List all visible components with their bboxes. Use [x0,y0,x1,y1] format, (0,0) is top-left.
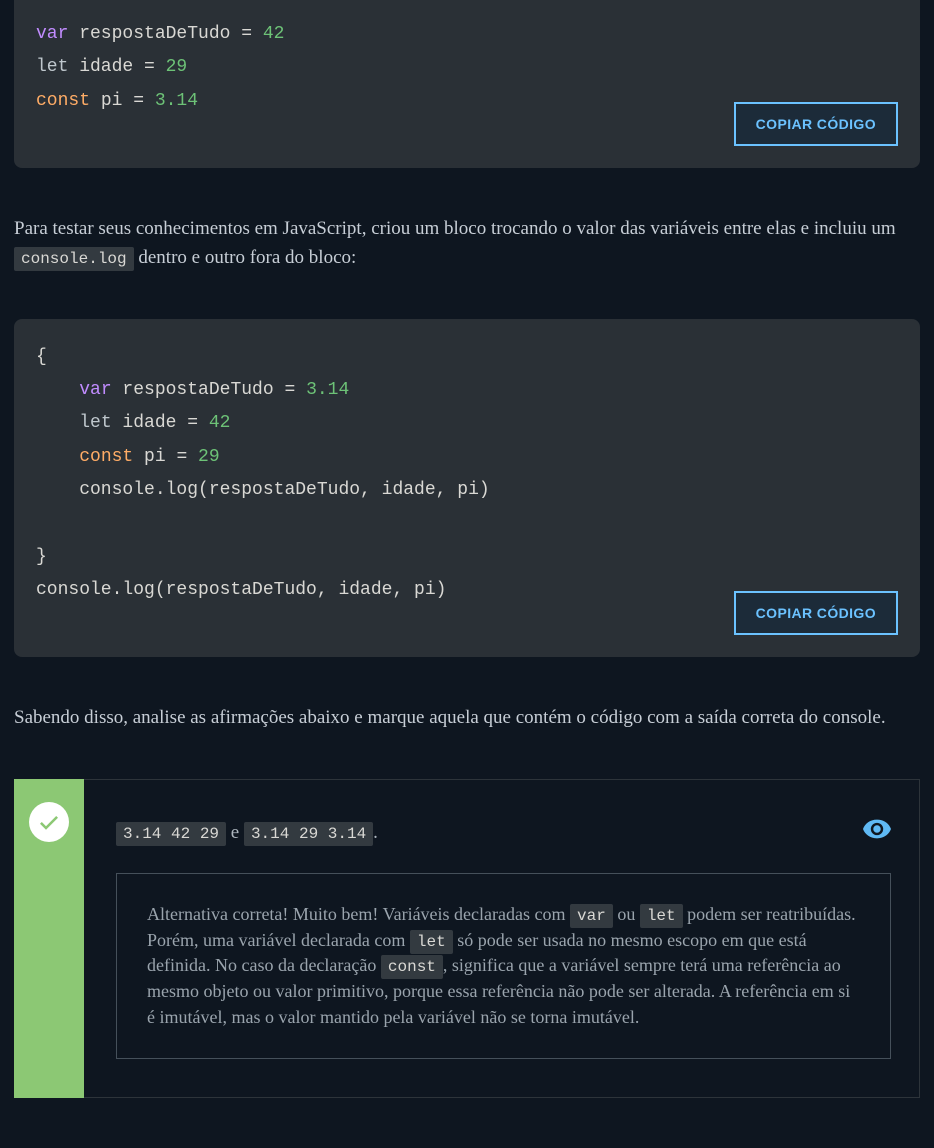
code-text: pi = [90,91,155,111]
code-text: respostaDeTudo = [68,24,262,44]
code-text: pi = [133,447,198,467]
explanation-box: Alternativa correta! Muito bem! Variávei… [116,873,891,1059]
code-keyword: let [36,57,68,77]
code-number: 29 [166,57,188,77]
answer-body: 3.14 42 29 e 3.14 29 3.14. Alternativa c… [84,779,920,1099]
text: . [373,822,378,843]
code-number: 3.14 [155,91,198,111]
code-brace: { [36,347,47,367]
code-text: idade = [68,57,165,77]
answer-gutter [14,779,84,1099]
text: Para testar seus conhecimentos em JavaSc… [14,218,896,239]
code-number: 42 [209,413,231,433]
code-keyword: const [36,91,90,111]
code-block-2: { var respostaDeTudo = 3.14 let idade = … [14,319,920,657]
text: Alternativa correta! Muito bem! Variávei… [147,904,570,924]
inline-code: let [640,904,683,928]
inline-code: console.log [14,247,134,271]
code-keyword: const [79,447,133,467]
code-text: idade = [112,413,209,433]
code-block-1: var respostaDeTudo = 42 let idade = 29 c… [14,0,920,168]
copy-code-button[interactable]: COPIAR CÓDIGO [734,102,898,146]
code-keyword: var [79,380,111,400]
inline-code: var [570,904,613,928]
code-text: respostaDeTudo = [112,380,306,400]
answer-output-line: 3.14 42 29 e 3.14 29 3.14. [116,818,891,847]
code-brace: } [36,547,47,567]
code-text: console.log(respostaDeTudo, idade, pi) [36,480,490,500]
paragraph-intro: Para testar seus conhecimentos em JavaSc… [14,214,920,273]
copy-code-button[interactable]: COPIAR CÓDIGO [734,591,898,635]
inline-code: 3.14 29 3.14 [244,822,373,846]
inline-code: 3.14 42 29 [116,822,226,846]
code-keyword: var [36,24,68,44]
code-number: 3.14 [306,380,349,400]
check-icon [29,802,69,842]
correct-answer-card: 3.14 42 29 e 3.14 29 3.14. Alternativa c… [14,779,920,1099]
inline-code: let [410,930,453,954]
inline-code: const [381,955,443,979]
text: dentro e outro fora do bloco: [134,247,357,268]
question-text: Sabendo disso, analise as afirmações aba… [14,703,920,732]
text: ou [613,904,640,924]
eye-icon[interactable] [863,818,891,849]
code-keyword: let [79,413,111,433]
code-text: console.log(respostaDeTudo, idade, pi) [36,580,446,600]
code-number: 29 [198,447,220,467]
code-number: 42 [263,24,285,44]
text: e [226,822,244,843]
